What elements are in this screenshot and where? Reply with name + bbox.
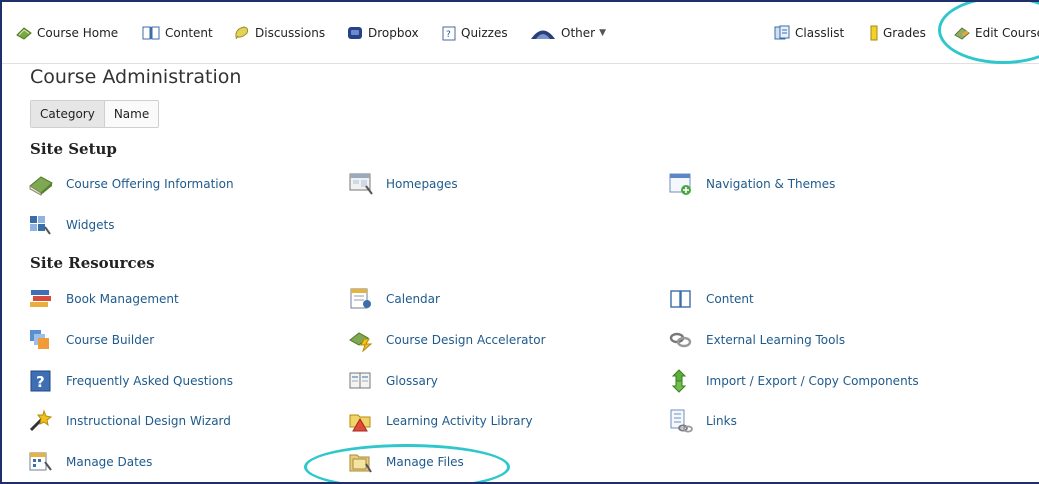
nav-label: Grades bbox=[883, 26, 926, 40]
navigation-icon bbox=[669, 173, 691, 195]
link-external-learning-tools[interactable]: External Learning Tools bbox=[668, 327, 845, 353]
nav-label: Other bbox=[561, 26, 596, 40]
accelerator-icon bbox=[349, 332, 373, 352]
nav-other[interactable]: Other ▼ bbox=[530, 22, 606, 44]
link-label: Content bbox=[706, 292, 754, 306]
link-frequently-asked-questions[interactable]: ? Frequently Asked Questions bbox=[28, 368, 233, 394]
grades-icon bbox=[870, 25, 878, 41]
nav-grades[interactable]: Grades bbox=[870, 22, 926, 44]
nav-label: Classlist bbox=[795, 26, 845, 40]
svg-text:?: ? bbox=[36, 373, 45, 391]
link-label: Course Builder bbox=[66, 333, 155, 347]
link-calendar[interactable]: Calendar bbox=[348, 286, 440, 312]
link-course-offering-information[interactable]: Course Offering Information bbox=[28, 171, 234, 197]
section-heading-site-setup: Site Setup bbox=[30, 140, 117, 158]
link-label: Homepages bbox=[386, 177, 458, 191]
question-icon: ? bbox=[30, 370, 51, 392]
link-label: Learning Activity Library bbox=[386, 414, 533, 428]
link-navigation-themes[interactable]: Navigation & Themes bbox=[668, 171, 835, 197]
category-view-button[interactable]: Category bbox=[31, 101, 105, 127]
nav-label: Quizzes bbox=[461, 26, 508, 40]
import-export-icon bbox=[671, 369, 687, 393]
name-view-button[interactable]: Name bbox=[105, 101, 158, 127]
section-heading-site-resources: Site Resources bbox=[30, 254, 155, 272]
svg-text:?: ? bbox=[446, 30, 451, 40]
link-label: Course Design Accelerator bbox=[386, 333, 546, 347]
link-label: Links bbox=[706, 414, 737, 428]
chain-link-icon bbox=[669, 332, 692, 348]
link-manage-files[interactable]: Manage Files bbox=[348, 449, 464, 475]
book-icon bbox=[29, 176, 53, 196]
browser-frame: Course Home Content Discussions Dropbox … bbox=[0, 0, 1039, 484]
link-learning-activity-library[interactable]: Learning Activity Library bbox=[348, 408, 533, 434]
course-navbar: Course Home Content Discussions Dropbox … bbox=[2, 2, 1039, 64]
calendar-icon bbox=[350, 288, 371, 309]
builder-icon bbox=[30, 330, 49, 349]
link-content[interactable]: Content bbox=[668, 286, 754, 312]
nav-content[interactable]: Content bbox=[142, 22, 213, 44]
link-label: Book Management bbox=[66, 292, 179, 306]
books-icon bbox=[30, 290, 51, 307]
dropbox-icon bbox=[348, 27, 362, 39]
content-book-icon bbox=[670, 290, 691, 308]
homepage-icon bbox=[349, 173, 373, 195]
link-label: Instructional Design Wizard bbox=[66, 414, 231, 428]
links-icon bbox=[670, 409, 693, 433]
link-widgets[interactable]: Widgets bbox=[28, 212, 115, 238]
folder-icon bbox=[349, 454, 372, 473]
link-links[interactable]: Links bbox=[668, 408, 737, 434]
link-instructional-design-wizard[interactable]: Instructional Design Wizard bbox=[28, 408, 231, 434]
edit-course-icon bbox=[954, 27, 970, 40]
library-icon bbox=[349, 414, 371, 432]
link-course-builder[interactable]: Course Builder bbox=[28, 327, 154, 353]
nav-classlist[interactable]: Classlist bbox=[774, 22, 844, 44]
link-homepages[interactable]: Homepages bbox=[348, 171, 458, 197]
course-home-icon bbox=[16, 27, 32, 40]
wizard-icon bbox=[29, 409, 53, 432]
nav-label: Discussions bbox=[255, 26, 326, 40]
link-label: Calendar bbox=[386, 292, 440, 306]
link-import-export-copy[interactable]: Import / Export / Copy Components bbox=[668, 368, 919, 394]
other-icon bbox=[531, 30, 555, 39]
dates-icon bbox=[29, 452, 52, 471]
link-label: Widgets bbox=[66, 218, 115, 232]
nav-course-home[interactable]: Course Home bbox=[16, 22, 118, 44]
discussions-icon bbox=[235, 26, 249, 40]
nav-dropbox[interactable]: Dropbox bbox=[347, 22, 419, 44]
view-toggle: Category Name bbox=[30, 100, 160, 128]
classlist-icon bbox=[774, 25, 790, 40]
glossary-icon bbox=[349, 372, 371, 389]
page-title: Course Administration bbox=[30, 66, 242, 88]
nav-label: Dropbox bbox=[368, 26, 419, 40]
link-label: External Learning Tools bbox=[706, 333, 846, 347]
link-label: Navigation & Themes bbox=[706, 177, 836, 191]
course-admin-content: Course Administration Category Name Site… bbox=[2, 64, 1039, 482]
link-label: Glossary bbox=[386, 374, 438, 388]
link-glossary[interactable]: Glossary bbox=[348, 368, 438, 394]
nav-discussions[interactable]: Discussions bbox=[234, 22, 325, 44]
link-label: Import / Export / Copy Components bbox=[706, 374, 919, 388]
widget-icon bbox=[30, 216, 51, 235]
link-label: Manage Files bbox=[386, 455, 464, 469]
nav-label: Course Home bbox=[37, 26, 119, 40]
nav-quizzes[interactable]: ? Quizzes bbox=[442, 22, 508, 44]
quizzes-icon: ? bbox=[442, 26, 456, 40]
chevron-down-icon: ▼ bbox=[599, 28, 606, 38]
nav-edit-course[interactable]: Edit Course bbox=[954, 22, 1039, 44]
link-label: Frequently Asked Questions bbox=[66, 374, 233, 388]
nav-label: Edit Course bbox=[975, 26, 1039, 40]
link-course-design-accelerator[interactable]: Course Design Accelerator bbox=[348, 327, 546, 353]
link-label: Manage Dates bbox=[66, 455, 153, 469]
link-book-management[interactable]: Book Management bbox=[28, 286, 179, 312]
link-manage-dates[interactable]: Manage Dates bbox=[28, 449, 152, 475]
link-label: Course Offering Information bbox=[66, 177, 234, 191]
content-icon bbox=[142, 26, 160, 40]
nav-label: Content bbox=[165, 26, 213, 40]
